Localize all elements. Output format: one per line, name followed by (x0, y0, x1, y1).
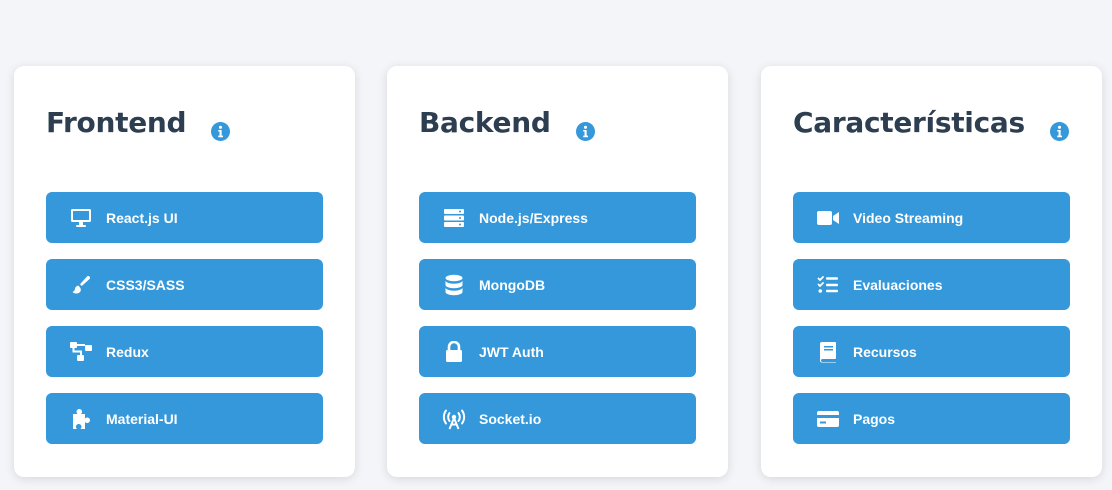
btn-evaluaciones[interactable]: Evaluaciones (793, 259, 1070, 310)
btn-node-express[interactable]: Node.js/Express (419, 192, 696, 243)
tech-list: Video Streaming Evaluaciones Recursos Pa… (793, 192, 1070, 460)
card-caracteristicas: Características Video Streaming Evaluaci… (761, 66, 1102, 477)
card-title: Backend (419, 106, 551, 139)
monitor-icon (68, 207, 94, 229)
card-header: Frontend (46, 104, 231, 142)
card-title: Frontend (46, 106, 187, 139)
database-icon (441, 274, 467, 296)
btn-video-streaming[interactable]: Video Streaming (793, 192, 1070, 243)
info-circle-icon[interactable] (575, 122, 595, 141)
btn-label: MongoDB (479, 276, 546, 293)
btn-redux[interactable]: Redux (46, 326, 323, 377)
server-icon (441, 207, 467, 229)
tech-list: React.js UI CSS3/SASS Redux Material-UI (46, 192, 323, 460)
card-backend: Backend Node.js/Express MongoDB JWT Auth (387, 66, 728, 477)
sitemap-icon (68, 341, 94, 363)
btn-pagos[interactable]: Pagos (793, 393, 1070, 444)
checklist-icon (815, 274, 841, 296)
btn-label: Socket.io (479, 410, 542, 427)
card-title: Características (793, 106, 1025, 139)
puzzle-icon (68, 408, 94, 430)
btn-recursos[interactable]: Recursos (793, 326, 1070, 377)
btn-label: Material-UI (106, 410, 178, 427)
btn-css-sass[interactable]: CSS3/SASS (46, 259, 323, 310)
card-frontend: Frontend React.js UI CSS3/SASS Redux Mat… (14, 66, 355, 477)
btn-label: Video Streaming (853, 209, 964, 226)
tech-list: Node.js/Express MongoDB JWT Auth Socket.… (419, 192, 696, 460)
card-header: Características (793, 104, 1069, 142)
info-circle-icon[interactable] (211, 122, 231, 141)
btn-label: Evaluaciones (853, 276, 943, 293)
btn-label: Recursos (853, 343, 917, 360)
video-camera-icon (815, 207, 841, 229)
info-circle-icon[interactable] (1049, 122, 1069, 141)
btn-react-ui[interactable]: React.js UI (46, 192, 323, 243)
btn-material-ui[interactable]: Material-UI (46, 393, 323, 444)
btn-label: Pagos (853, 410, 896, 427)
lock-icon (441, 340, 467, 363)
credit-card-icon (815, 408, 841, 430)
broadcast-tower-icon (441, 408, 467, 430)
btn-label: Redux (106, 343, 149, 360)
btn-label: JWT Auth (479, 343, 544, 360)
btn-jwt-auth[interactable]: JWT Auth (419, 326, 696, 377)
card-header: Backend (419, 104, 595, 142)
book-icon (815, 341, 841, 363)
btn-label: Node.js/Express (479, 209, 588, 226)
btn-mongodb[interactable]: MongoDB (419, 259, 696, 310)
btn-label: React.js UI (106, 209, 178, 226)
btn-label: CSS3/SASS (106, 276, 185, 293)
btn-socket-io[interactable]: Socket.io (419, 393, 696, 444)
paintbrush-icon (68, 274, 94, 296)
